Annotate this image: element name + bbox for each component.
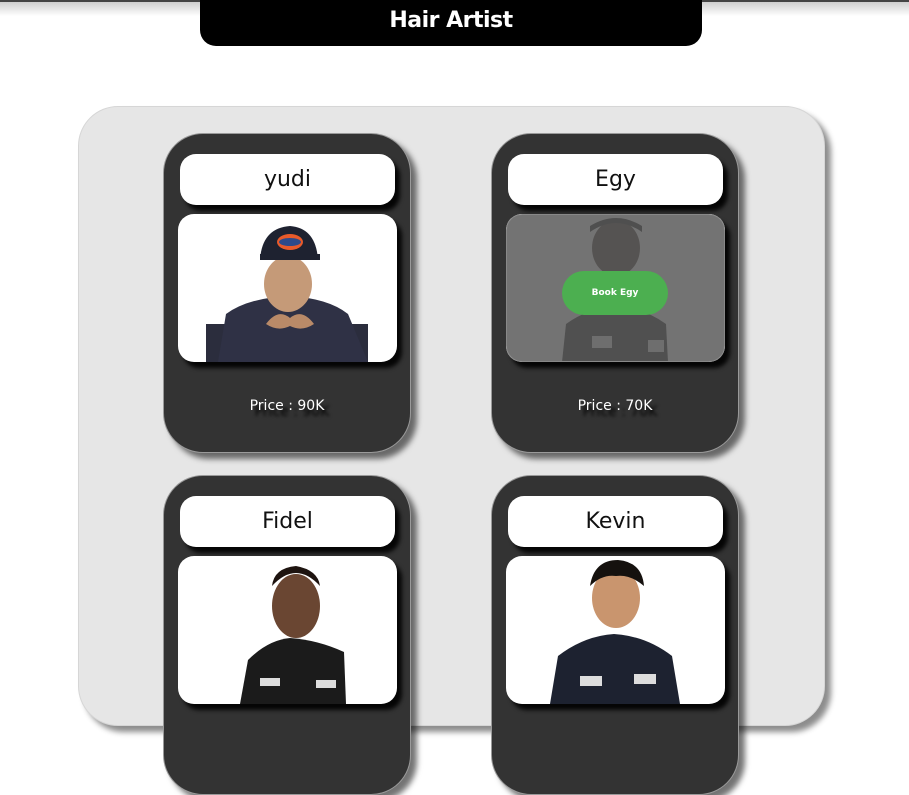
artist-photo: Book Egy [506, 214, 725, 362]
artist-card-kevin[interactable]: Kevin [491, 475, 739, 795]
artist-photo [506, 556, 725, 704]
artist-price: Price : 90K [249, 398, 325, 414]
artist-photo [178, 214, 397, 362]
artist-name: Egy [508, 154, 723, 205]
artist-price: Price : 70K [577, 398, 653, 414]
artist-name: Kevin [508, 496, 723, 547]
artist-photo [178, 556, 397, 704]
artists-panel: yudi Price : 90K Egy Book Egy Price: 70… [78, 106, 825, 795]
book-egy-button[interactable]: Book Egy [562, 271, 668, 315]
artist-name: yudi [180, 154, 395, 205]
artist-card-egy[interactable]: Egy Book Egy Price : 70K [491, 133, 739, 453]
artist-card-fidel[interactable]: Fidel [163, 475, 411, 795]
artist-card-yudi[interactable]: yudi Price : 90K [163, 133, 411, 453]
page-title: Hair Artist [200, 0, 702, 46]
artist-name: Fidel [180, 496, 395, 547]
